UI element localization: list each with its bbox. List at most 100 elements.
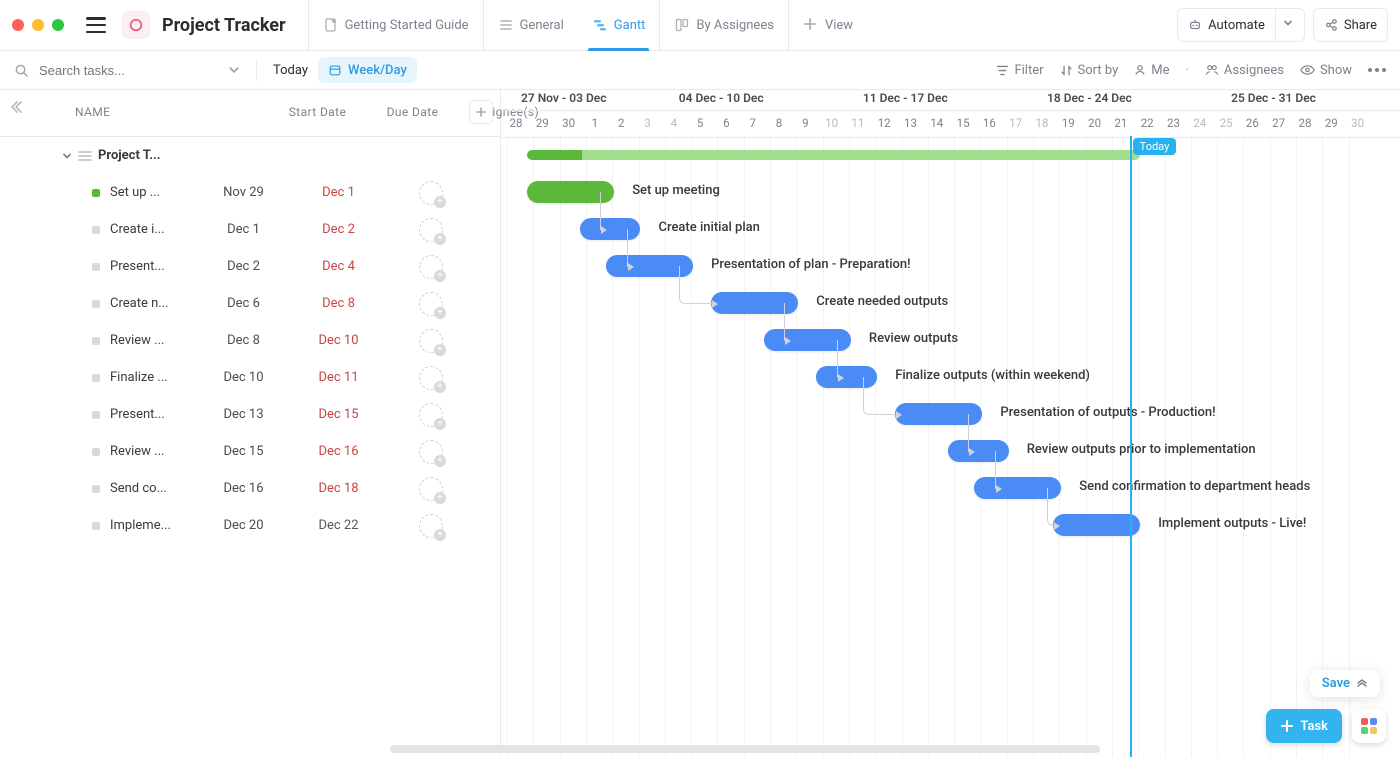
share-button[interactable]: Share: [1313, 8, 1388, 42]
project-title[interactable]: Project Tracker: [162, 15, 286, 36]
today-button[interactable]: Today: [273, 63, 308, 78]
add-assignee-icon[interactable]: [419, 514, 443, 538]
due-date: Dec 15: [291, 407, 386, 422]
gantt-bar[interactable]: [948, 440, 1009, 462]
chevron-down-icon[interactable]: [62, 151, 72, 161]
day-label: 28: [1292, 116, 1318, 130]
gantt-bar[interactable]: [1053, 514, 1140, 536]
save-button[interactable]: Save: [1310, 670, 1380, 697]
add-assignee-icon[interactable]: [419, 403, 443, 427]
assignee-cell[interactable]: [386, 255, 476, 279]
task-row[interactable]: Present...Dec 2Dec 4: [0, 248, 500, 285]
start-date: Dec 15: [196, 444, 291, 459]
gantt-panel[interactable]: 27 Nov - 03 Dec04 Dec - 10 Dec11 Dec - 1…: [501, 88, 1400, 757]
filter-button[interactable]: Filter: [996, 63, 1043, 78]
task-row[interactable]: Send co...Dec 16Dec 18: [0, 470, 500, 507]
close-window-icon[interactable]: [12, 19, 24, 31]
share-label: Share: [1344, 18, 1377, 33]
gantt-bar-label: Presentation of plan - Preparation!: [711, 257, 911, 272]
maximize-window-icon[interactable]: [52, 19, 64, 31]
status-icon[interactable]: [92, 226, 100, 234]
gantt-bar[interactable]: [895, 403, 982, 425]
assignees-filter[interactable]: Assignees: [1205, 63, 1284, 78]
task-row[interactable]: Review ...Dec 8Dec 10: [0, 322, 500, 359]
add-assignee-icon[interactable]: [419, 292, 443, 316]
status-icon[interactable]: [92, 374, 100, 382]
me-filter[interactable]: Me: [1134, 63, 1169, 78]
add-assignee-icon[interactable]: [419, 329, 443, 353]
week-range-label: 04 Dec - 10 Dec: [679, 91, 764, 105]
apps-button[interactable]: [1352, 709, 1386, 743]
doc-pin-icon: [323, 17, 339, 33]
task-name: Present...: [110, 407, 196, 422]
status-icon[interactable]: [92, 337, 100, 345]
col-due-date[interactable]: Due Date: [365, 105, 460, 119]
task-row[interactable]: Create i...Dec 1Dec 2: [0, 211, 500, 248]
project-summary-bar[interactable]: [527, 150, 1140, 160]
assignee-cell[interactable]: [386, 514, 476, 538]
assignee-cell[interactable]: [386, 403, 476, 427]
assignee-cell[interactable]: [386, 477, 476, 501]
automate-button[interactable]: Automate: [1177, 8, 1275, 42]
col-start-date[interactable]: Start Date: [270, 105, 365, 119]
automate-group: Automate: [1177, 8, 1305, 42]
search-box[interactable]: [14, 62, 214, 79]
new-task-button[interactable]: Task: [1266, 709, 1342, 743]
search-icon: [14, 63, 29, 78]
task-row[interactable]: Set up ...Nov 29Dec 1: [0, 174, 500, 211]
table-header: NAME Start Date Due Date Assignee(s): [0, 88, 500, 137]
more-button[interactable]: [1368, 68, 1386, 72]
add-assignee-icon[interactable]: [419, 440, 443, 464]
horizontal-scrollbar[interactable]: [390, 745, 1100, 753]
assignee-cell[interactable]: [386, 366, 476, 390]
robot-icon: [1188, 18, 1202, 32]
plus-icon: [1280, 719, 1294, 733]
task-row[interactable]: Present...Dec 13Dec 15: [0, 396, 500, 433]
search-dropdown[interactable]: [228, 64, 240, 76]
status-icon[interactable]: [92, 522, 100, 530]
col-name[interactable]: NAME: [0, 105, 270, 119]
board-icon: [674, 17, 690, 33]
menu-icon[interactable]: [86, 17, 106, 33]
add-column-button[interactable]: [469, 100, 493, 124]
task-row[interactable]: Impleme...Dec 20Dec 22: [0, 507, 500, 544]
gantt-bar[interactable]: [527, 181, 614, 203]
tab-getting-started[interactable]: Getting Started Guide: [308, 0, 483, 50]
status-icon[interactable]: [92, 189, 100, 197]
add-assignee-icon[interactable]: [419, 181, 443, 205]
week-range-label: 25 Dec - 31 Dec: [1231, 91, 1316, 105]
assignee-cell[interactable]: [386, 181, 476, 205]
group-row[interactable]: Project T...: [0, 137, 500, 174]
due-date: Dec 1: [291, 185, 386, 200]
assignee-cell[interactable]: [386, 440, 476, 464]
status-icon[interactable]: [92, 411, 100, 419]
task-row[interactable]: Create n...Dec 6Dec 8: [0, 285, 500, 322]
add-view-button[interactable]: View: [788, 0, 867, 50]
task-row[interactable]: Review ...Dec 15Dec 16: [0, 433, 500, 470]
add-assignee-icon[interactable]: [419, 477, 443, 501]
status-icon[interactable]: [92, 485, 100, 493]
status-icon[interactable]: [92, 300, 100, 308]
show-button[interactable]: Show: [1300, 63, 1352, 78]
assignee-cell[interactable]: [386, 292, 476, 316]
assignee-cell[interactable]: [386, 218, 476, 242]
minimize-window-icon[interactable]: [32, 19, 44, 31]
zoom-selector[interactable]: Week/Day: [318, 57, 417, 83]
task-row[interactable]: Finalize ...Dec 10Dec 11: [0, 359, 500, 396]
sort-button[interactable]: Sort by: [1060, 63, 1119, 78]
status-icon[interactable]: [92, 448, 100, 456]
due-date: Dec 10: [291, 333, 386, 348]
status-icon[interactable]: [92, 263, 100, 271]
gantt-bar[interactable]: [711, 292, 798, 314]
assignee-cell[interactable]: [386, 329, 476, 353]
tab-by-assignees[interactable]: By Assignees: [659, 0, 788, 50]
add-assignee-icon[interactable]: [419, 255, 443, 279]
tab-gantt[interactable]: Gantt: [578, 0, 660, 50]
day-label: 10: [819, 116, 845, 130]
search-input[interactable]: [37, 62, 181, 79]
add-assignee-icon[interactable]: [419, 218, 443, 242]
automate-dropdown[interactable]: [1275, 8, 1305, 42]
gantt-bar[interactable]: [580, 218, 641, 240]
add-assignee-icon[interactable]: [419, 366, 443, 390]
tab-general[interactable]: General: [483, 0, 578, 50]
